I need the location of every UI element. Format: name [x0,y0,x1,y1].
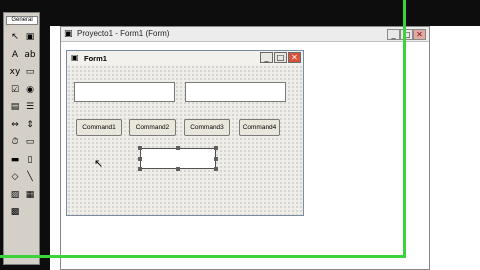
close-button[interactable]: ✕ [413,29,426,40]
highlight-border [0,0,406,258]
close-icon: ✕ [416,29,423,39]
